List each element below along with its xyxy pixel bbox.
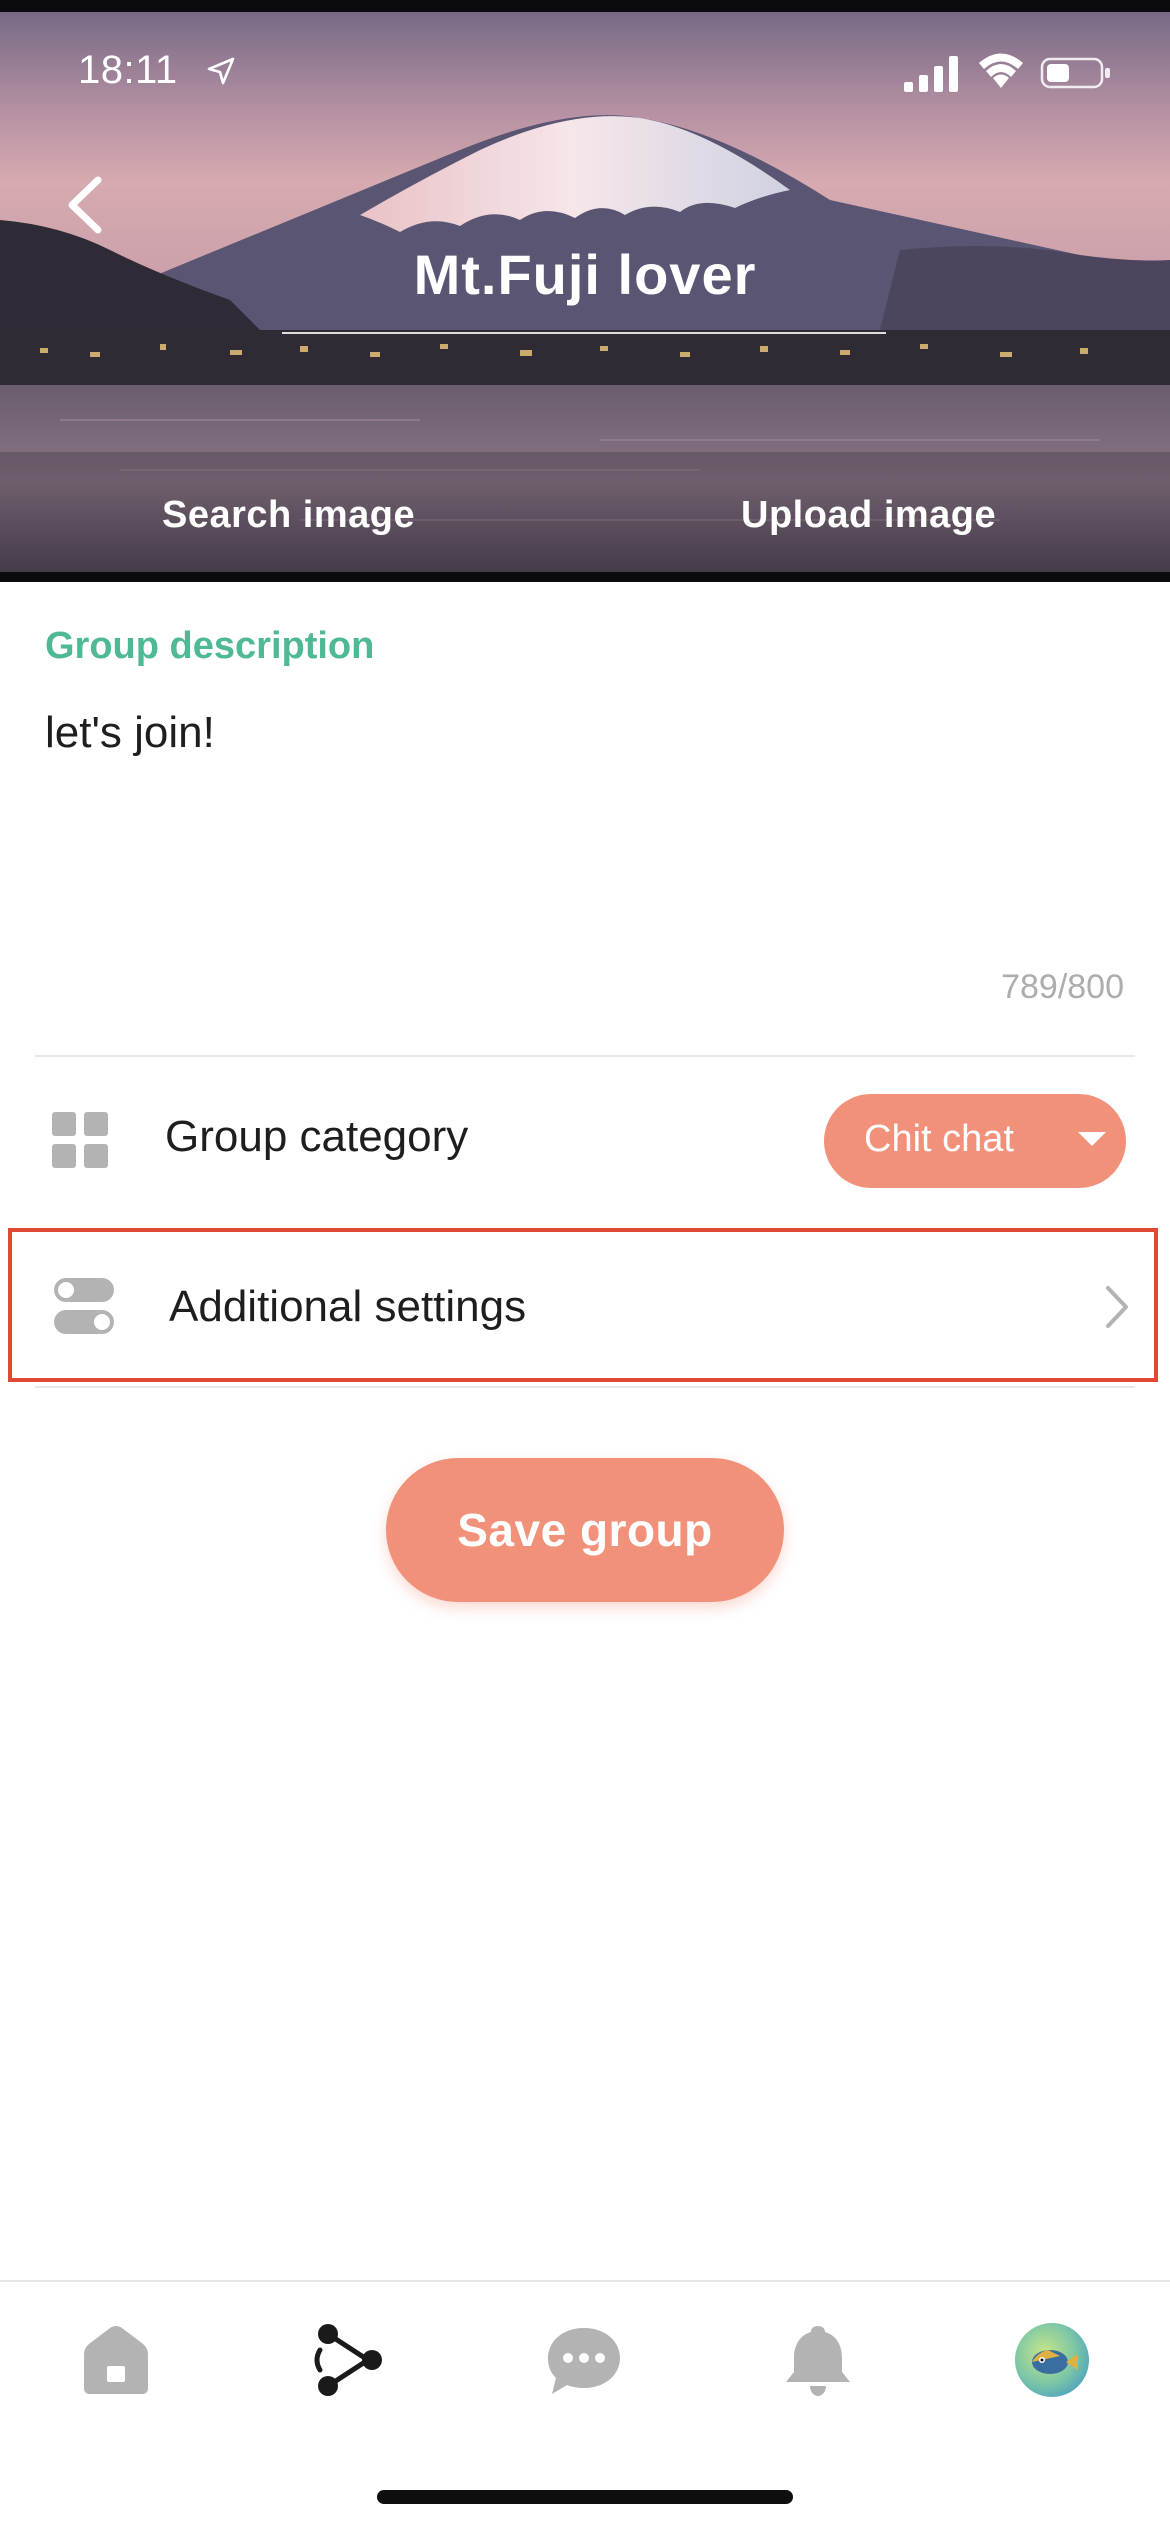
group-description-label: Group description	[45, 625, 375, 667]
additional-settings-row[interactable]: Additional settings	[8, 1228, 1158, 1382]
tab-bar-divider	[0, 2280, 1170, 2282]
grid-icon	[52, 1112, 108, 1168]
chevron-right-icon	[1106, 1286, 1128, 1328]
profile-avatar[interactable]	[1012, 2320, 1092, 2400]
toggles-icon	[54, 1278, 114, 1334]
search-image-button[interactable]: Search image	[162, 494, 415, 537]
divider	[35, 1386, 1135, 1388]
back-button[interactable]	[56, 170, 116, 240]
home-icon[interactable]	[76, 2320, 156, 2400]
cellular-signal-icon	[904, 56, 958, 92]
save-group-button[interactable]: Save group	[386, 1458, 784, 1602]
group-name-underline	[282, 332, 886, 334]
wifi-icon	[979, 53, 1023, 88]
upload-image-button[interactable]: Upload image	[741, 494, 996, 537]
bell-icon[interactable]	[778, 2320, 858, 2400]
group-edit-screen: 18:11 Mt.Fuji lover Search image Upload …	[0, 0, 1170, 2532]
divider	[35, 1055, 1135, 1057]
additional-settings-label: Additional settings	[169, 1282, 527, 1331]
caret-down-icon	[1078, 1132, 1106, 1146]
group-category-value: Chit chat	[864, 1118, 1014, 1160]
chat-icon[interactable]	[544, 2320, 624, 2400]
top-edge	[0, 0, 1170, 12]
cover-image: 18:11 Mt.Fuji lover Search image Upload …	[0, 0, 1170, 582]
group-name-field[interactable]: Mt.Fuji lover	[280, 242, 890, 307]
location-arrow-icon	[207, 57, 235, 85]
group-category-dropdown[interactable]: Chit chat	[824, 1094, 1126, 1188]
battery-icon	[1040, 57, 1110, 89]
character-counter: 789/800	[1001, 968, 1124, 1006]
bottom-edge	[0, 572, 1170, 582]
groups-icon[interactable]	[310, 2320, 390, 2400]
status-time: 18:11	[78, 48, 178, 92]
group-description-input[interactable]: let's join!	[45, 708, 1125, 958]
group-category-label: Group category	[165, 1112, 469, 1161]
home-indicator	[377, 2490, 793, 2504]
